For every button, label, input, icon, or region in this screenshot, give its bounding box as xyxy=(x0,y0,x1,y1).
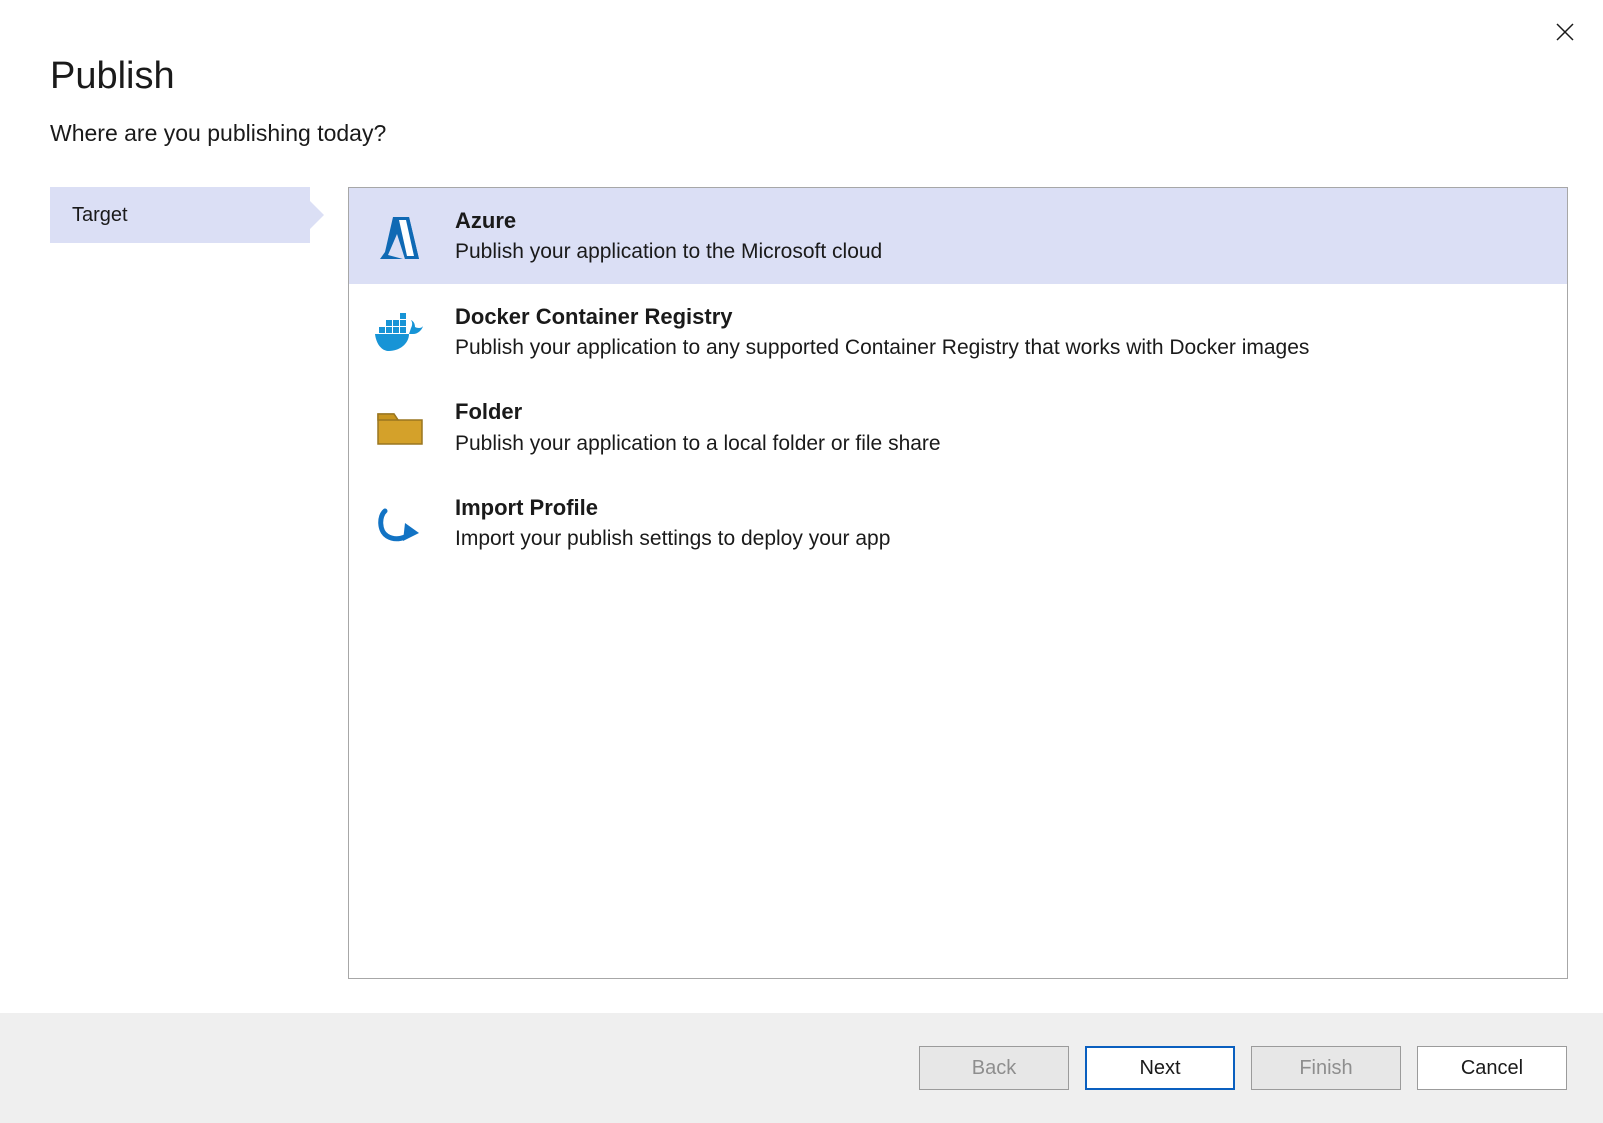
option-import-text: Import Profile Import your publish setti… xyxy=(455,495,1541,553)
page-title: Publish xyxy=(50,55,1603,98)
option-docker-desc: Publish your application to any supporte… xyxy=(455,334,1541,361)
option-azure-title: Azure xyxy=(455,208,1541,234)
option-import-profile[interactable]: Import Profile Import your publish setti… xyxy=(349,475,1567,571)
page-subtitle: Where are you publishing today? xyxy=(50,120,1603,147)
close-icon xyxy=(1555,22,1575,42)
close-button[interactable] xyxy=(1551,18,1579,46)
main-body: Target Azure Publish your application to… xyxy=(0,147,1603,979)
option-docker-title: Docker Container Registry xyxy=(455,304,1541,330)
azure-icon xyxy=(373,210,427,264)
option-folder-text: Folder Publish your application to a loc… xyxy=(455,399,1541,457)
option-import-title: Import Profile xyxy=(455,495,1541,521)
option-import-desc: Import your publish settings to deploy y… xyxy=(455,525,1541,552)
target-options-panel: Azure Publish your application to the Mi… xyxy=(348,187,1568,979)
step-target-label: Target xyxy=(72,204,128,227)
steps-list: Target xyxy=(50,187,310,243)
option-azure-desc: Publish your application to the Microsof… xyxy=(455,238,1541,265)
option-folder-title: Folder xyxy=(455,399,1541,425)
footer-bar: Back Next Finish Cancel xyxy=(0,1013,1603,1123)
option-folder[interactable]: Folder Publish your application to a loc… xyxy=(349,379,1567,475)
cancel-button[interactable]: Cancel xyxy=(1417,1046,1567,1090)
docker-icon xyxy=(373,306,427,360)
next-button[interactable]: Next xyxy=(1085,1046,1235,1090)
step-target[interactable]: Target xyxy=(50,187,310,243)
option-docker[interactable]: Docker Container Registry Publish your a… xyxy=(349,284,1567,380)
option-docker-text: Docker Container Registry Publish your a… xyxy=(455,304,1541,362)
import-icon xyxy=(373,497,427,551)
option-folder-desc: Publish your application to a local fold… xyxy=(455,430,1541,457)
finish-button: Finish xyxy=(1251,1046,1401,1090)
option-azure-text: Azure Publish your application to the Mi… xyxy=(455,208,1541,266)
option-azure[interactable]: Azure Publish your application to the Mi… xyxy=(349,188,1567,284)
header: Publish Where are you publishing today? xyxy=(0,0,1603,147)
folder-icon xyxy=(373,401,427,455)
back-button: Back xyxy=(919,1046,1069,1090)
